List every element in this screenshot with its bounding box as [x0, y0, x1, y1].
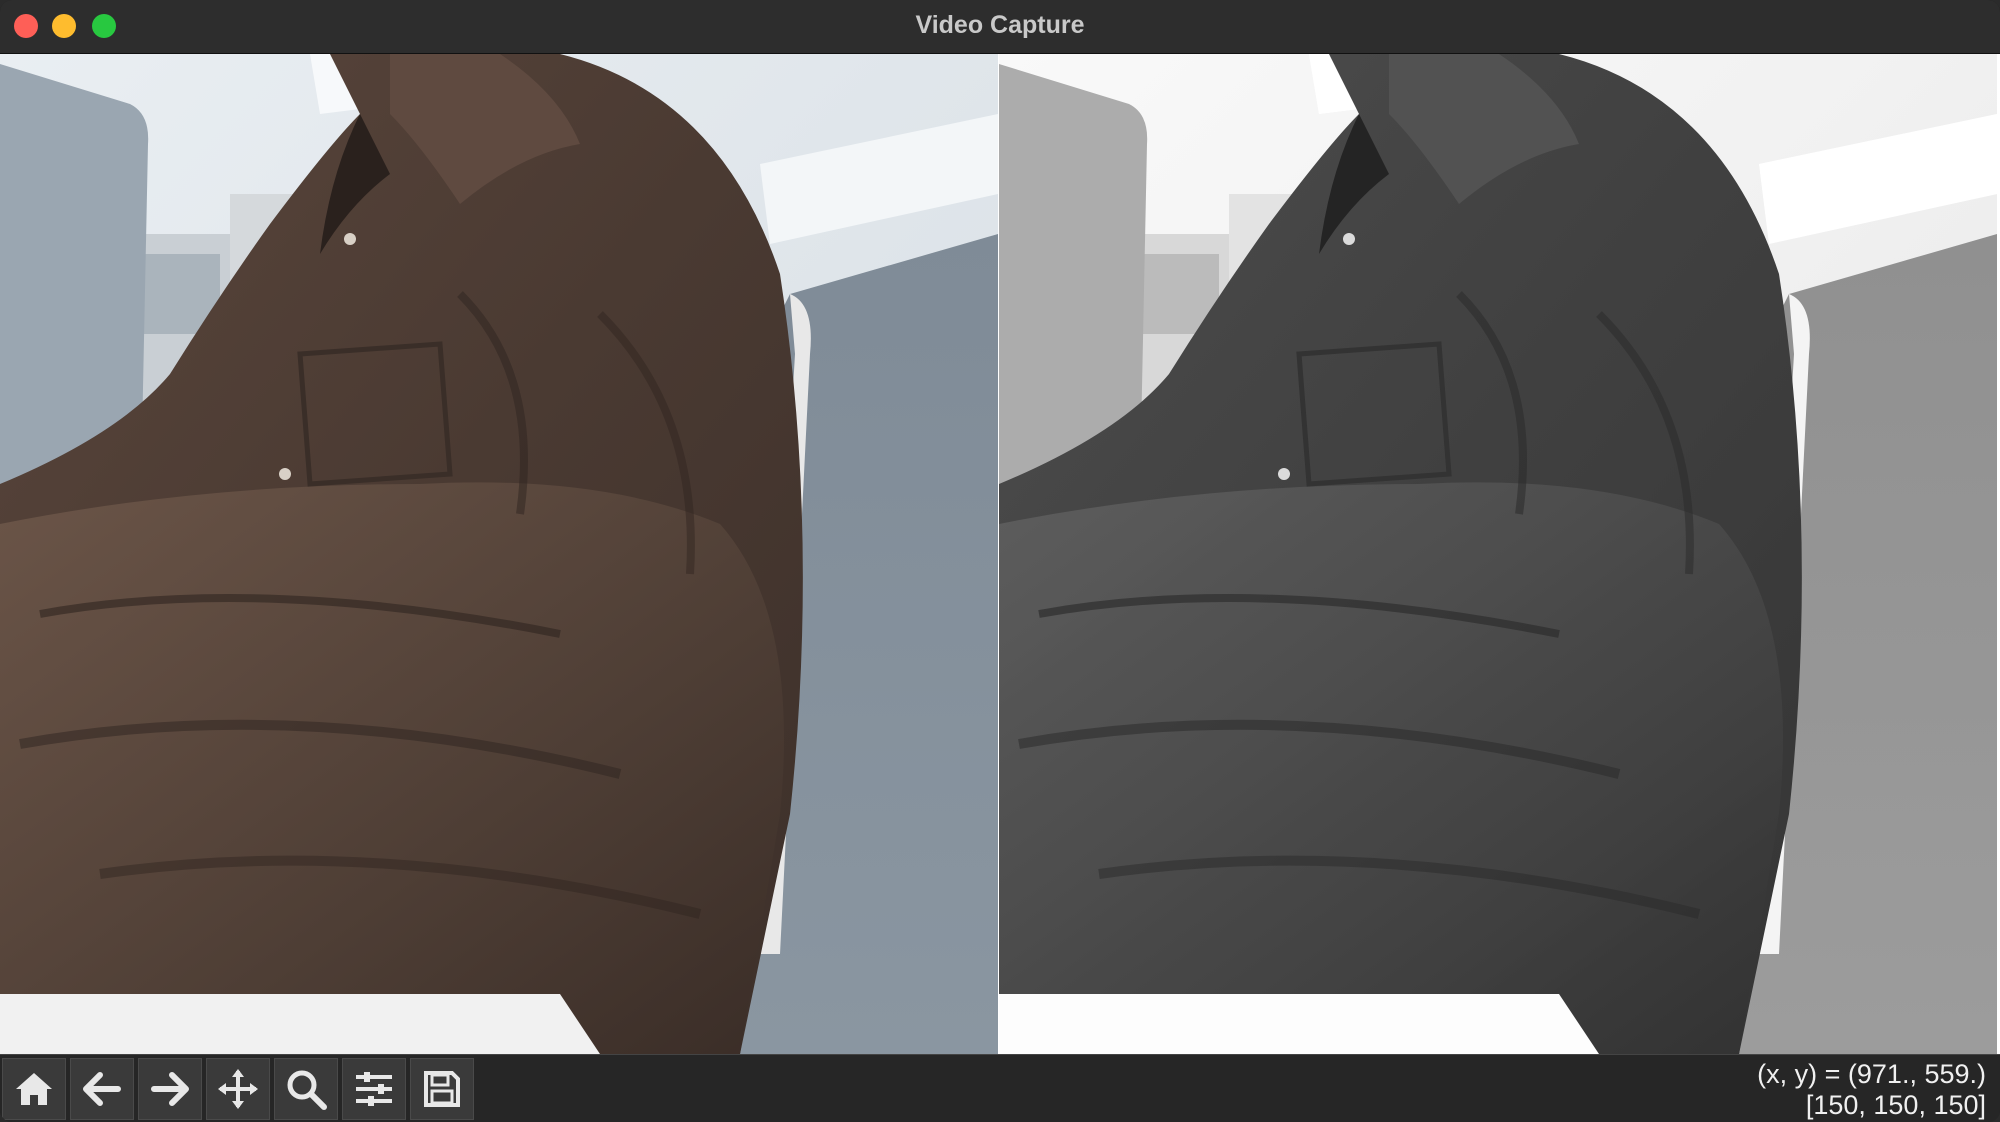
- pan-button[interactable]: [206, 1058, 270, 1120]
- title-bar[interactable]: Video Capture: [0, 0, 2000, 54]
- home-icon: [16, 1073, 52, 1105]
- back-button[interactable]: [70, 1058, 134, 1120]
- floppy-disk-icon: [424, 1071, 460, 1107]
- navigation-toolbar: (x, y) = (971., 559.) [150, 150, 150]: [0, 1054, 2000, 1122]
- configure-subplots-button[interactable]: [342, 1058, 406, 1120]
- forward-button[interactable]: [138, 1058, 202, 1120]
- pixel-value: [150, 150, 150]: [1805, 1090, 1986, 1120]
- save-button[interactable]: [410, 1058, 474, 1120]
- cursor-coordinates: (x, y) = (971., 559.): [1757, 1059, 1986, 1089]
- home-button[interactable]: [2, 1058, 66, 1120]
- window-title: Video Capture: [915, 11, 1085, 39]
- arrow-right-icon: [151, 1072, 189, 1106]
- color-video-frame: [0, 54, 998, 1054]
- magnifier-icon: [287, 1070, 327, 1110]
- zoom-button[interactable]: [274, 1058, 338, 1120]
- sliders-icon: [356, 1072, 392, 1106]
- move-icon: [218, 1069, 258, 1109]
- grayscale-video-frame: [999, 54, 1997, 1054]
- arrow-left-icon: [83, 1072, 121, 1106]
- app-window: Video Capture (x, y) = (971., 559.) [150…: [0, 0, 2000, 1122]
- figure-canvas[interactable]: [0, 54, 2000, 1054]
- cursor-readout: (x, y) = (971., 559.) [150, 150, 150]: [1757, 1059, 1986, 1121]
